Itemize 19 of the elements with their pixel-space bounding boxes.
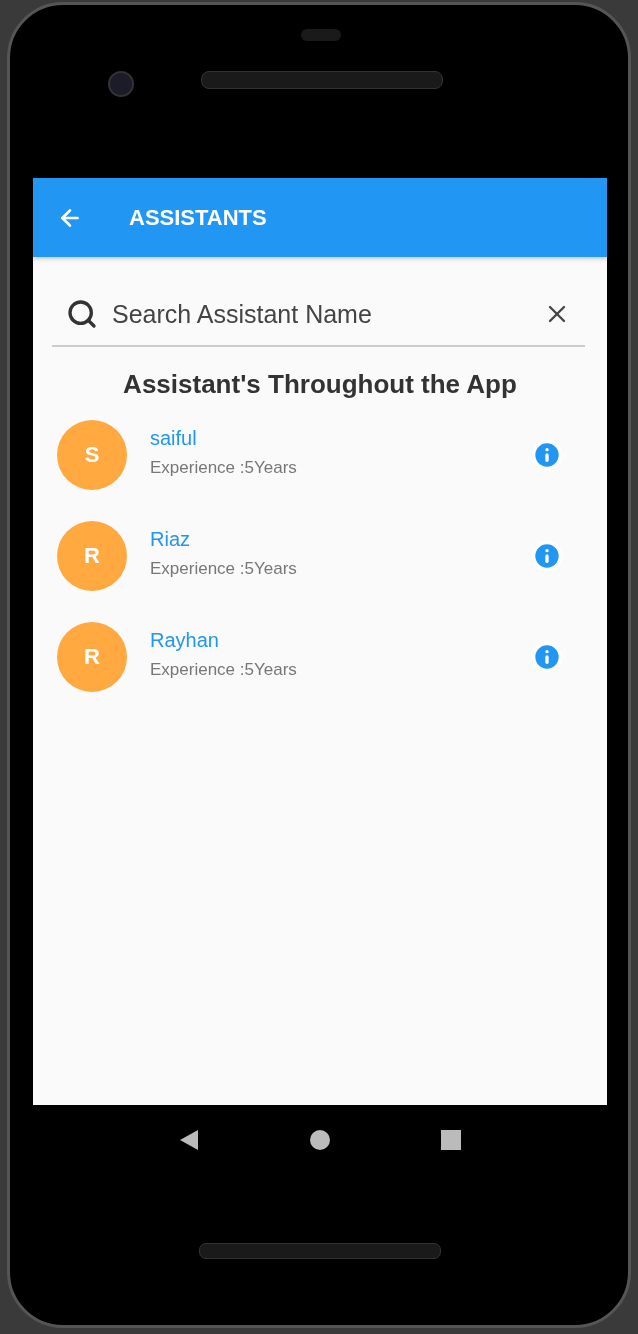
assistant-experience: Experience :5Years bbox=[150, 659, 297, 680]
search-icon bbox=[66, 298, 98, 330]
speaker-icon bbox=[199, 1243, 441, 1259]
assistant-name[interactable]: Riaz bbox=[150, 527, 190, 551]
square-icon[interactable] bbox=[440, 1129, 463, 1151]
avatar: R bbox=[57, 622, 127, 692]
assistant-name[interactable]: saiful bbox=[150, 426, 197, 450]
section-heading: Assistant's Throughout the App bbox=[122, 369, 518, 400]
search-field[interactable]: Search Assistant Name bbox=[110, 298, 531, 330]
app-bar-title: ASSISTANTS bbox=[129, 204, 267, 231]
assistant-experience: Experience :5Years bbox=[150, 558, 297, 579]
assistant-name[interactable]: Rayhan bbox=[150, 628, 219, 652]
avatar: R bbox=[57, 521, 127, 591]
speaker-icon bbox=[201, 71, 443, 89]
sensor-icon bbox=[301, 29, 341, 41]
home-circle-icon[interactable] bbox=[309, 1129, 331, 1151]
avatar: S bbox=[57, 420, 127, 490]
camera-icon bbox=[108, 71, 134, 97]
assistant-experience: Experience :5Years bbox=[150, 457, 297, 478]
